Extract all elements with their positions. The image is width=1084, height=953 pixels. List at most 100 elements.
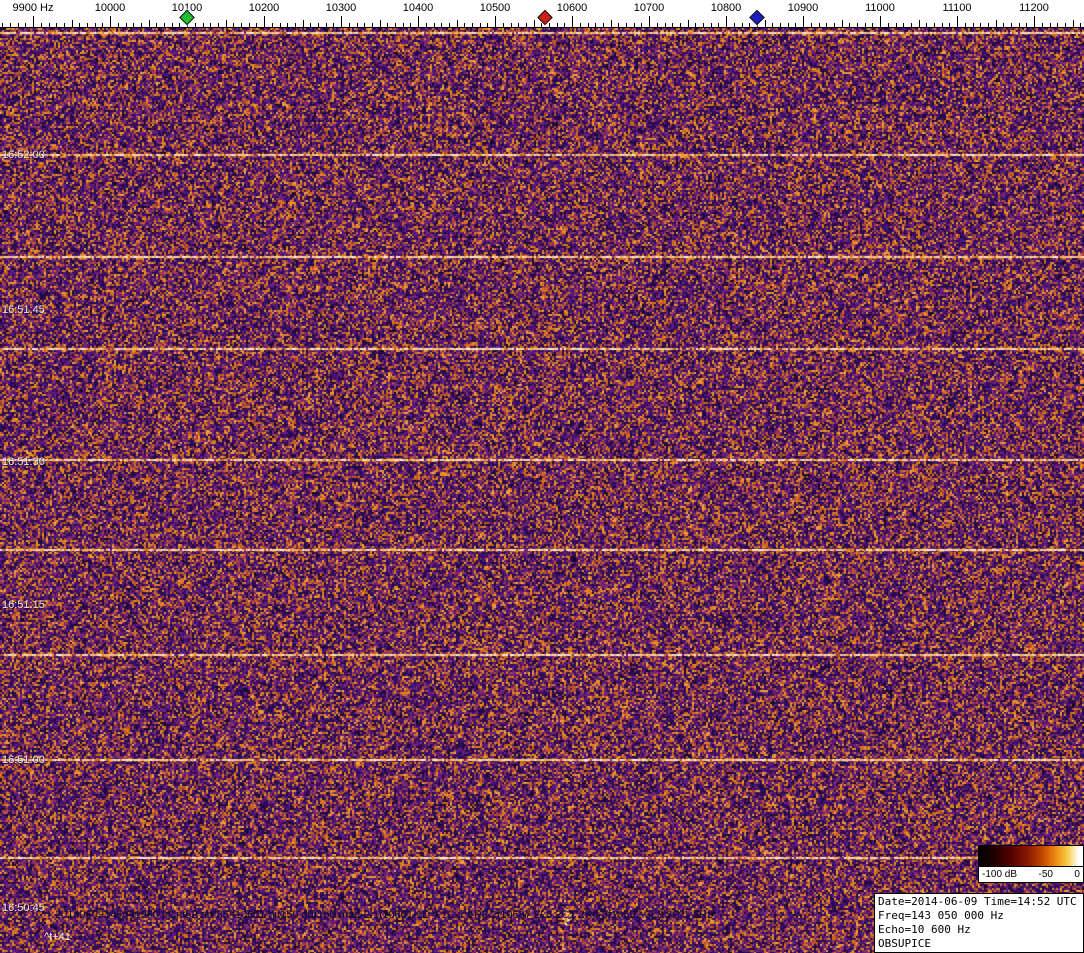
ruler-tick: [126, 23, 127, 27]
ruler-tick: [287, 23, 288, 27]
ruler-tick: [842, 20, 843, 27]
frequency-ruler[interactable]: 9900 Hz 10000 10100 10200 10300 10400 10500 106…: [0, 0, 1084, 28]
ruler-tick: [1073, 20, 1074, 27]
ruler-tick: [426, 23, 427, 27]
ruler-tick: [210, 23, 211, 27]
ruler-tick: [418, 16, 419, 27]
ruler-tick: [318, 23, 319, 27]
ruler-tick: [641, 23, 642, 27]
ruler-tick: [611, 20, 612, 27]
ruler-tick: [110, 16, 111, 27]
ruler-tick: [942, 23, 943, 27]
ruler-tick: [903, 23, 904, 27]
ruler-tick: [79, 23, 80, 27]
ruler-tick: [973, 23, 974, 27]
station-info-box: Date=2014-06-09 Time=14:52 UTC Freq=143 …: [874, 893, 1084, 953]
ruler-tick: [118, 23, 119, 27]
freq-tick-label: 10800: [711, 2, 742, 14]
ruler-tick: [849, 23, 850, 27]
ruler-tick: [241, 23, 242, 27]
ruler-tick: [403, 23, 404, 27]
ruler-tick: [749, 23, 750, 27]
ruler-tick: [1042, 23, 1043, 27]
ruler-tick: [795, 23, 796, 27]
ruler-tick: [657, 23, 658, 27]
ruler-tick: [1011, 23, 1012, 27]
ruler-tick: [380, 20, 381, 27]
spectrogram-canvas[interactable]: [0, 28, 1084, 953]
ruler-tick: [233, 23, 234, 27]
ruler-tick: [280, 23, 281, 27]
ruler-tick: [772, 23, 773, 27]
ruler-tick: [434, 23, 435, 27]
color-scale-labels: -100 dB -50 0: [979, 867, 1083, 882]
ruler-tick: [780, 23, 781, 27]
cursor-readout: ^t+41: [44, 931, 71, 943]
color-gradient-bar: [979, 846, 1083, 867]
legend-label-min: -100 dB: [982, 869, 1017, 880]
marker-blue-diamond-icon[interactable]: [749, 10, 765, 26]
ruler-tick: [511, 23, 512, 27]
freq-tick-label: 10200: [249, 2, 280, 14]
ruler-tick: [926, 23, 927, 27]
ruler-tick: [41, 23, 42, 27]
ruler-tick: [549, 23, 550, 27]
ruler-tick: [341, 16, 342, 27]
freq-tick-label: 10700: [634, 2, 665, 14]
ruler-tick: [680, 23, 681, 27]
ruler-tick: [218, 23, 219, 27]
ruler-tick: [896, 23, 897, 27]
ruler-tick: [449, 23, 450, 27]
ruler-tick: [919, 20, 920, 27]
ruler-tick: [87, 23, 88, 27]
ruler-tick: [534, 20, 535, 27]
ruler-tick: [95, 23, 96, 27]
ruler-tick: [1057, 23, 1058, 27]
ruler-tick: [303, 20, 304, 27]
ruler-tick: [857, 23, 858, 27]
ruler-tick: [133, 23, 134, 27]
ruler-tick: [264, 16, 265, 27]
info-date-time: Date=2014-06-09 Time=14:52 UTC: [878, 895, 1080, 909]
ruler-tick: [872, 23, 873, 27]
ruler-tick: [603, 23, 604, 27]
ruler-tick: [33, 16, 34, 27]
ruler-tick: [988, 23, 989, 27]
ruler-tick: [588, 23, 589, 27]
ruler-tick: [49, 23, 50, 27]
time-tick-label: 16:52:00: [2, 149, 45, 161]
info-echo: Echo=10 600 Hz: [878, 923, 1080, 937]
ruler-tick: [25, 23, 26, 27]
ruler-tick: [56, 23, 57, 27]
ruler-tick: [495, 16, 496, 27]
marker-red-diamond-icon[interactable]: [537, 10, 553, 26]
ruler-tick: [911, 23, 912, 27]
ruler-tick: [372, 23, 373, 27]
ruler-tick: [18, 23, 19, 27]
ruler-tick: [349, 23, 350, 27]
ruler-tick: [326, 23, 327, 27]
ruler-tick: [179, 23, 180, 27]
ruler-tick: [726, 16, 727, 27]
freq-tick-label: 11200: [1019, 2, 1049, 14]
ruler-tick: [149, 20, 150, 27]
ruler-tick: [1034, 16, 1035, 27]
ruler-tick: [703, 23, 704, 27]
freq-tick-label: 10400: [403, 2, 434, 14]
ruler-tick: [626, 23, 627, 27]
ruler-tick: [965, 23, 966, 27]
ruler-tick: [541, 23, 542, 27]
ruler-tick: [649, 16, 650, 27]
ruler-tick: [564, 23, 565, 27]
ruler-tick: [518, 23, 519, 27]
ruler-tick: [395, 23, 396, 27]
ruler-tick: [333, 23, 334, 27]
ruler-tick: [503, 23, 504, 27]
ruler-tick: [195, 23, 196, 27]
ruler-tick: [164, 23, 165, 27]
ruler-tick: [834, 23, 835, 27]
ruler-tick: [695, 23, 696, 27]
ruler-tick: [310, 23, 311, 27]
ruler-tick: [10, 23, 11, 27]
ruler-tick: [957, 16, 958, 27]
